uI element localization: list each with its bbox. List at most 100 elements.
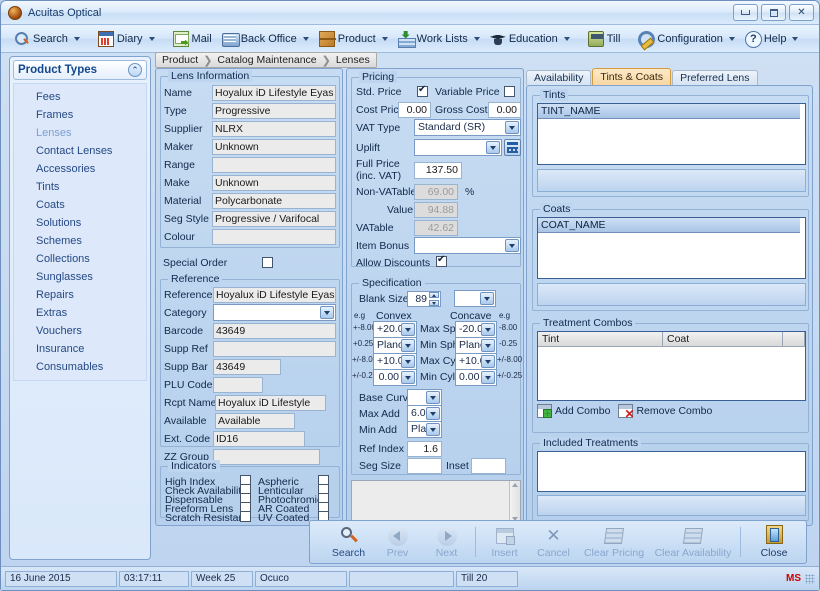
- chevron-up-icon[interactable]: ⌃: [128, 63, 142, 77]
- cancel-button[interactable]: ✕ Cancel: [529, 525, 578, 559]
- insert-button[interactable]: Insert: [480, 525, 529, 559]
- toolbar-item-help[interactable]: Help: [741, 29, 803, 49]
- toolbar-item-back-office[interactable]: Back Office: [218, 29, 313, 49]
- chevron-down-icon[interactable]: [481, 355, 495, 368]
- min-add-combo[interactable]: Plano: [407, 421, 442, 438]
- maker-field[interactable]: Unknown: [212, 139, 336, 155]
- seg-style-field[interactable]: Progressive / Varifocal: [212, 211, 336, 227]
- concave-max-cyl-combo[interactable]: +10.00: [455, 353, 497, 370]
- concave-min-sph-combo[interactable]: Plano: [455, 337, 497, 354]
- chevron-down-icon[interactable]: [474, 37, 480, 41]
- item-bonus-combo[interactable]: [414, 237, 521, 254]
- toolbar-item-work-lists[interactable]: Work Lists: [394, 29, 484, 49]
- reference-field[interactable]: Hoyalux iD Lifestyle Eyas 1.60: [213, 287, 336, 303]
- material-field[interactable]: Polycarbonate: [212, 193, 336, 209]
- chevron-down-icon[interactable]: [320, 306, 334, 319]
- chevron-down-icon[interactable]: [481, 339, 495, 352]
- chevron-down-icon[interactable]: [481, 323, 495, 336]
- chevron-down-icon[interactable]: [481, 371, 495, 384]
- sidebar-item-solutions[interactable]: Solutions: [14, 214, 146, 232]
- concave-max-sph-combo[interactable]: -20.00: [455, 321, 497, 338]
- maximize-icon[interactable]: [761, 4, 786, 21]
- column-header-tint[interactable]: Tint: [538, 332, 663, 346]
- convex-min-sph-combo[interactable]: Plano: [373, 337, 417, 354]
- notes-listbox[interactable]: [351, 480, 521, 524]
- breadcrumb-item-product[interactable]: Product: [162, 54, 198, 66]
- chevron-down-icon[interactable]: [564, 37, 570, 41]
- max-add-combo[interactable]: 6.00: [407, 405, 442, 422]
- stepper-up-icon[interactable]: [429, 292, 439, 298]
- scroll-up-icon[interactable]: [512, 483, 518, 487]
- chevron-down-icon[interactable]: [480, 292, 494, 305]
- chevron-down-icon[interactable]: [303, 37, 309, 41]
- std-price-checkbox[interactable]: [417, 86, 428, 97]
- uplift-combo[interactable]: [414, 139, 502, 156]
- sidebar-item-fees[interactable]: Fees: [14, 88, 146, 106]
- convex-min-cyl-combo[interactable]: 0.00: [373, 369, 417, 386]
- sidebar-item-insurance[interactable]: Insurance: [14, 340, 146, 358]
- calculator-icon[interactable]: [504, 139, 521, 156]
- breadcrumb-item-catalog-maintenance[interactable]: Catalog Maintenance: [217, 54, 316, 66]
- add-combo-button[interactable]: + Add Combo: [537, 404, 610, 418]
- sidebar-item-accessories[interactable]: Accessories: [14, 160, 146, 178]
- coats-listbox[interactable]: COAT_NAME: [537, 217, 806, 279]
- sidebar-item-lenses[interactable]: Lenses: [14, 124, 146, 142]
- chevron-down-icon[interactable]: [401, 355, 415, 368]
- vat-type-combo[interactable]: Standard (SR): [414, 119, 521, 136]
- supplier-field[interactable]: NLRX: [212, 121, 336, 137]
- make-field[interactable]: Unknown: [212, 175, 336, 191]
- toolbar-item-product[interactable]: Product: [315, 29, 392, 49]
- chevron-down-icon[interactable]: [505, 121, 519, 134]
- toolbar-item-education[interactable]: Education: [486, 29, 574, 49]
- chevron-down-icon[interactable]: [401, 371, 415, 384]
- breadcrumb-item-lenses[interactable]: Lenses: [336, 54, 370, 66]
- clear-availability-button[interactable]: Clear Availability: [650, 525, 736, 559]
- supp-bar-field[interactable]: 43649: [213, 359, 281, 375]
- sidebar-item-contact-lenses[interactable]: Contact Lenses: [14, 142, 146, 160]
- coats-column-header[interactable]: COAT_NAME: [538, 218, 800, 233]
- tints-listbox[interactable]: TINT_NAME: [537, 103, 806, 165]
- next-button[interactable]: Next: [422, 525, 471, 559]
- tints-column-header[interactable]: TINT_NAME: [538, 104, 800, 119]
- toolbar-item-diary[interactable]: Diary: [94, 29, 159, 49]
- chevron-down-icon[interactable]: [74, 37, 80, 41]
- minimize-icon[interactable]: [733, 4, 758, 21]
- tab-preferred-lens[interactable]: Preferred Lens: [672, 70, 757, 85]
- chevron-down-icon[interactable]: [505, 239, 519, 252]
- chevron-down-icon[interactable]: [426, 407, 440, 420]
- convex-max-cyl-combo[interactable]: +10.00: [373, 353, 417, 370]
- colour-field[interactable]: [212, 229, 336, 245]
- inset-field[interactable]: [471, 458, 506, 474]
- included-treatments-listbox[interactable]: [537, 451, 806, 492]
- stepper-down-icon[interactable]: [429, 300, 439, 306]
- tab-tints-and-coats[interactable]: Tints & Coats: [592, 68, 671, 85]
- remove-combo-button[interactable]: ✕ Remove Combo: [618, 404, 712, 418]
- available-field[interactable]: Available: [215, 413, 295, 429]
- convex-max-sph-combo[interactable]: +20.00: [373, 321, 417, 338]
- treatment-combos-grid[interactable]: Tint Coat: [537, 331, 806, 401]
- sidebar-item-collections[interactable]: Collections: [14, 250, 146, 268]
- ext-code-field[interactable]: ID16: [213, 431, 305, 447]
- toolbar-item-search[interactable]: Search: [10, 29, 84, 49]
- search-button[interactable]: Search: [324, 525, 373, 559]
- rcpt-name-field[interactable]: Hoyalux iD Lifestyle: [215, 395, 326, 411]
- seg-size-field[interactable]: [407, 458, 442, 474]
- special-order-checkbox[interactable]: [262, 257, 273, 268]
- sidebar-item-schemes[interactable]: Schemes: [14, 232, 146, 250]
- tab-availability[interactable]: Availability: [526, 70, 591, 85]
- supp-ref-field[interactable]: [213, 341, 336, 357]
- gross-cost-field[interactable]: 0.00: [488, 102, 521, 118]
- concave-min-cyl-combo[interactable]: 0.00: [455, 369, 497, 386]
- close-button[interactable]: Close: [748, 525, 800, 559]
- sidebar-item-sunglasses[interactable]: Sunglasses: [14, 268, 146, 286]
- prev-button[interactable]: Prev: [373, 525, 422, 559]
- allow-discounts-checkbox[interactable]: [436, 256, 447, 267]
- zz-group-field[interactable]: [213, 449, 320, 465]
- close-icon[interactable]: ✕: [789, 4, 814, 21]
- variable-price-checkbox[interactable]: [504, 86, 515, 97]
- chevron-down-icon[interactable]: [382, 37, 388, 41]
- sidebar-item-tints[interactable]: Tints: [14, 178, 146, 196]
- chevron-down-icon[interactable]: [729, 37, 735, 41]
- barcode-field[interactable]: 43649: [213, 323, 336, 339]
- sidebar-item-repairs[interactable]: Repairs: [14, 286, 146, 304]
